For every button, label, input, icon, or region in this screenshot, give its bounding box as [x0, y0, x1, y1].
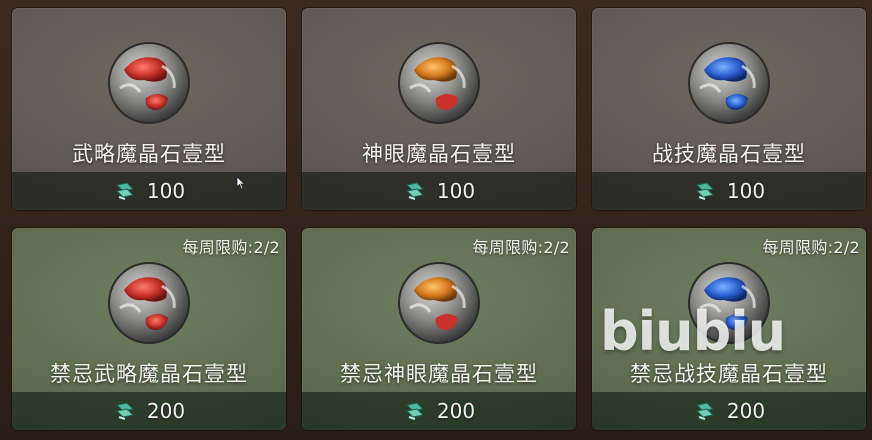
price-bar: 100: [592, 172, 866, 210]
mouse-cursor-icon: [236, 176, 246, 190]
red-gem-icon: [108, 262, 190, 344]
scroll-ticket-icon: [115, 182, 134, 200]
item-name: 武略魔晶石壹型: [72, 142, 226, 166]
weekly-limit-label: 每周限购:2/2: [182, 238, 280, 257]
item-price: 100: [146, 179, 186, 203]
scroll-ticket-icon: [695, 402, 714, 420]
item-price: 200: [436, 399, 476, 423]
item-name: 战技魔晶石壹型: [652, 142, 806, 166]
item-name: 神眼魔晶石壹型: [362, 142, 516, 166]
item-price: 200: [726, 399, 766, 423]
item-price: 100: [436, 179, 476, 203]
price-bar: 200: [302, 392, 576, 430]
price-bar: 200: [12, 392, 286, 430]
scroll-ticket-icon: [405, 402, 424, 420]
red-gem-icon: [108, 42, 190, 124]
item-price: 200: [146, 399, 186, 423]
shop-item-card[interactable]: 每周限购:2/2 禁忌战技魔晶石壹型 200: [592, 228, 866, 430]
weekly-limit-label: 每周限购:2/2: [762, 238, 860, 257]
scroll-ticket-icon: [695, 182, 714, 200]
orange-gem-icon: [398, 42, 480, 124]
shop-item-card[interactable]: 神眼魔晶石壹型 100: [302, 8, 576, 210]
price-bar: 100: [302, 172, 576, 210]
scroll-ticket-icon: [115, 402, 134, 420]
shop-item-card[interactable]: 每周限购:2/2 禁忌神眼魔晶石壹型 200: [302, 228, 576, 430]
item-name: 禁忌武略魔晶石壹型: [50, 362, 248, 386]
blue-gem-icon: [688, 262, 770, 344]
shop-item-card[interactable]: 武略魔晶石壹型 100: [12, 8, 286, 210]
item-price: 100: [726, 179, 766, 203]
item-name: 禁忌战技魔晶石壹型: [630, 362, 828, 386]
orange-gem-icon: [398, 262, 480, 344]
shop-grid: 武略魔晶石壹型 100 神眼魔晶石壹型 100 战技魔晶石壹型 100 每周限购…: [12, 8, 866, 432]
price-bar: 200: [592, 392, 866, 430]
blue-gem-icon: [688, 42, 770, 124]
shop-item-card[interactable]: 战技魔晶石壹型 100: [592, 8, 866, 210]
item-name: 禁忌神眼魔晶石壹型: [340, 362, 538, 386]
weekly-limit-label: 每周限购:2/2: [472, 238, 570, 257]
shop-item-card[interactable]: 每周限购:2/2 禁忌武略魔晶石壹型 200: [12, 228, 286, 430]
scroll-ticket-icon: [405, 182, 424, 200]
